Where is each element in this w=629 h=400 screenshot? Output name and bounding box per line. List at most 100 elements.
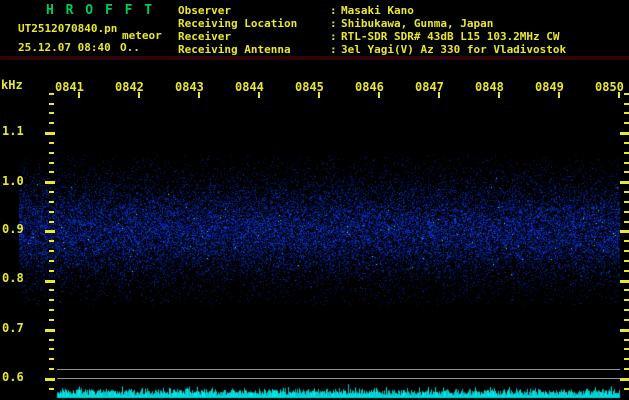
freq-tick-right [620, 329, 629, 332]
freq-tick-right [624, 270, 629, 272]
info-colon: : [330, 43, 337, 56]
time-label: 0850 [595, 80, 624, 94]
time-label: 0843 [175, 80, 204, 94]
freq-tick-right [624, 368, 629, 370]
freq-tick-left [49, 142, 54, 144]
freq-tick-left [49, 221, 54, 223]
freq-tick-left [49, 358, 54, 360]
freq-tick-right [624, 142, 629, 144]
freq-tick-right [624, 240, 629, 242]
freq-tick-left [49, 339, 54, 341]
freq-label: 0.8 [2, 271, 24, 285]
time-label: 0844 [235, 80, 264, 94]
freq-tick-right [620, 181, 629, 184]
freq-tick-left [49, 201, 54, 203]
freq-tick-left [49, 93, 54, 95]
info-row: Receiving Antenna:3el Yagi(V) Az 330 for… [178, 43, 566, 56]
datetime-label: 25.12.07 08:40 [18, 41, 111, 54]
freq-tick-left [49, 319, 54, 321]
freq-tick-right [624, 122, 629, 124]
station-info: Observer: Masaki Kano Receiving Location:… [178, 4, 566, 56]
info-value: Masaki Kano [341, 4, 414, 17]
freq-tick-left [49, 152, 54, 154]
info-value: RTL-SDR SDR# 43dB L15 103.2MHz CW [341, 30, 560, 43]
info-label: Receiver [178, 30, 231, 43]
freq-tick-right [624, 358, 629, 360]
app-title: H R O F F T [46, 3, 155, 18]
freq-tick-right [620, 280, 629, 283]
freq-tick-left [49, 388, 54, 390]
freq-tick-right [624, 191, 629, 193]
info-label: Observer [178, 4, 231, 17]
freq-tick-right [624, 309, 629, 311]
freq-label: 1.0 [2, 174, 24, 188]
freq-tick-right [624, 211, 629, 213]
freq-tick-right [624, 289, 629, 291]
freq-label: 1.1 [2, 124, 24, 138]
freq-tick-left [49, 122, 54, 124]
freq-tick-right [624, 171, 629, 173]
info-colon: : [330, 17, 337, 30]
time-label: 0848 [475, 80, 504, 94]
freq-tick-left [45, 280, 55, 283]
info-row: Receiving Location: Shibukawa, Gunma, Jap… [178, 17, 566, 30]
freq-tick-right [624, 388, 629, 390]
freq-tick-right [624, 348, 629, 350]
time-label: 0845 [295, 80, 324, 94]
spectrogram-canvas [0, 0, 629, 400]
freq-tick-right [620, 132, 629, 135]
freq-axis-unit: kHz [1, 78, 23, 92]
freq-tick-left [49, 162, 54, 164]
freq-label: 0.6 [2, 370, 24, 384]
freq-tick-left [49, 309, 54, 311]
freq-label: 0.7 [2, 321, 24, 335]
freq-tick-left [49, 112, 54, 114]
info-value: Shibukawa, Gunma, Japan [341, 17, 494, 30]
freq-tick-left [49, 260, 54, 262]
info-colon: : [330, 30, 337, 43]
freq-tick-right [624, 339, 629, 341]
level-line-upper [57, 369, 620, 370]
freq-tick-left [49, 289, 54, 291]
info-label: Receiving Antenna [178, 43, 291, 56]
time-label: 0849 [535, 80, 564, 94]
freq-tick-left [49, 240, 54, 242]
freq-tick-left [49, 348, 54, 350]
freq-tick-right [620, 230, 629, 233]
mode-label: meteor [122, 29, 162, 42]
freq-tick-right [624, 221, 629, 223]
freq-tick-right [624, 319, 629, 321]
freq-tick-left [49, 103, 54, 105]
info-row: Receiver: RTL-SDR SDR# 43dB L15 103.2MHz … [178, 30, 566, 43]
freq-tick-left [45, 132, 55, 135]
freq-tick-left [45, 230, 55, 233]
freq-tick-right [624, 112, 629, 114]
freq-tick-right [624, 201, 629, 203]
freq-tick-left [45, 378, 55, 381]
time-label: 0846 [355, 80, 384, 94]
freq-tick-right [624, 260, 629, 262]
freq-tick-left [49, 250, 54, 252]
freq-tick-left [49, 299, 54, 301]
freq-tick-right [624, 162, 629, 164]
output-filename: UT2512070840.pn [18, 22, 118, 35]
time-label: 0842 [115, 80, 144, 94]
freq-tick-left [49, 270, 54, 272]
freq-tick-right [624, 103, 629, 105]
time-label: 0847 [415, 80, 444, 94]
freq-tick-right [624, 152, 629, 154]
info-value: 3el Yagi(V) Az 330 for Vladivostok [341, 43, 567, 56]
freq-tick-left [45, 329, 55, 332]
freq-tick-left [45, 181, 55, 184]
hrofft-window: H R O F F T UT2512070840.pn meteor 25.12… [0, 0, 629, 400]
info-colon: : [330, 4, 337, 17]
freq-tick-left [49, 191, 54, 193]
freq-label: 0.9 [2, 222, 24, 236]
freq-tick-right [624, 299, 629, 301]
header-separator [0, 56, 629, 60]
level-line-lower [57, 378, 620, 379]
freq-tick-left [49, 211, 54, 213]
freq-tick-right [620, 378, 629, 381]
time-label: 0841 [55, 80, 84, 94]
info-row: Observer: Masaki Kano [178, 4, 566, 17]
